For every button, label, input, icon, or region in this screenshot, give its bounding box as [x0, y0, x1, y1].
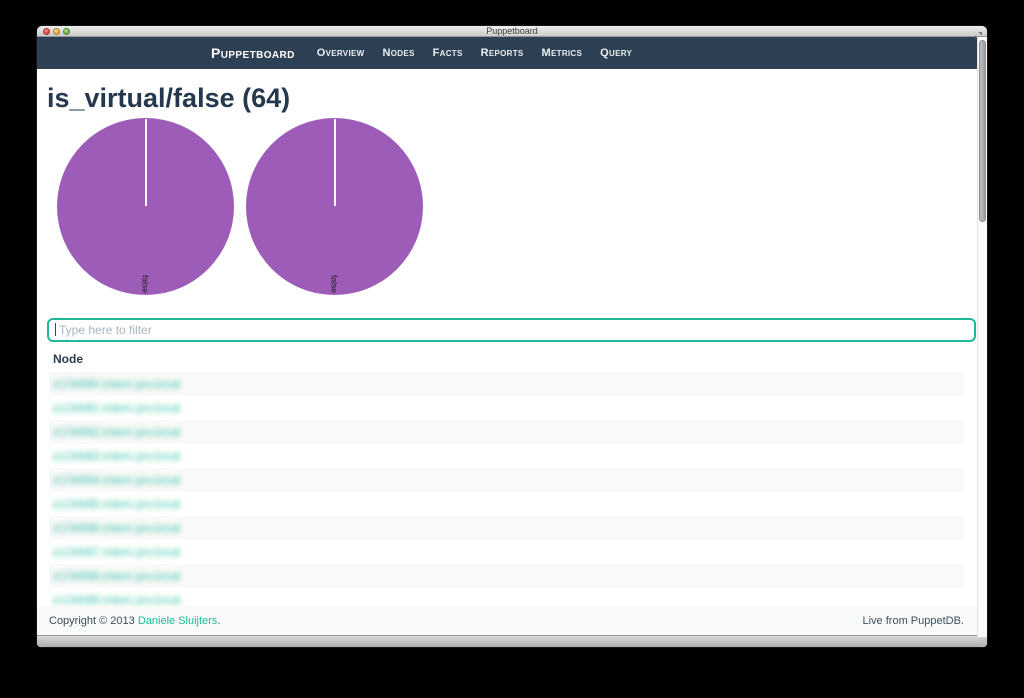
table-row: e134083.intern.prv.local — [49, 444, 964, 468]
pie-chart-1: false — [57, 118, 234, 295]
table-row: e134086.intern.prv.local — [49, 516, 964, 540]
table-row: e134085.intern.prv.local — [49, 492, 964, 516]
table-body: e134080.intern.prv.local e134081.intern.… — [49, 372, 964, 606]
author-link[interactable]: Daniele Sluijters — [138, 615, 217, 627]
node-link[interactable]: e134084.intern.prv.local — [53, 473, 180, 487]
copyright-text: Copyright © 2013 — [49, 615, 138, 627]
desktop-background: Puppetboard Puppetboard Overview Nodes F… — [0, 0, 1024, 698]
node-link[interactable]: e134080.intern.prv.local — [53, 377, 180, 391]
window-bottom-edge — [37, 635, 987, 647]
page-content: is_virtual/false (64) false false — [37, 69, 977, 606]
node-link[interactable]: e134086.intern.prv.local — [53, 521, 180, 535]
nav-nodes[interactable]: Nodes — [382, 47, 414, 59]
scrollbar-track[interactable] — [977, 37, 987, 637]
nav-overview[interactable]: Overview — [317, 47, 365, 59]
footer: Copyright © 2013 Daniele Sluijters. Live… — [37, 606, 977, 635]
window-titlebar[interactable]: Puppetboard — [37, 26, 987, 37]
nav-reports[interactable]: Reports — [481, 47, 524, 59]
browser-window: Puppetboard Puppetboard Overview Nodes F… — [36, 25, 988, 648]
table-row: e134080.intern.prv.local — [49, 372, 964, 396]
node-link[interactable]: e134082.intern.prv.local — [53, 425, 180, 439]
node-link[interactable]: e134081.intern.prv.local — [53, 401, 180, 415]
pie-slice-border — [145, 119, 147, 206]
pie-slice-label: false — [141, 275, 151, 293]
scrollbar-thumb[interactable] — [979, 40, 986, 222]
nav-facts[interactable]: Facts — [433, 47, 463, 59]
page-title: is_virtual/false (64) — [47, 81, 976, 115]
filter-container — [47, 318, 976, 342]
table-row: e134088.intern.prv.local — [49, 564, 964, 588]
pie-charts-row: false false — [57, 118, 976, 295]
table-row: e134082.intern.prv.local — [49, 420, 964, 444]
table-row: e134081.intern.prv.local — [49, 396, 964, 420]
window-title: Puppetboard — [37, 26, 987, 37]
copyright-period: . — [217, 615, 220, 627]
fullscreen-icon[interactable] — [974, 27, 983, 36]
table-row: e134089.intern.prv.local — [49, 588, 964, 606]
browser-viewport: Puppetboard Overview Nodes Facts Reports… — [37, 37, 977, 647]
pie-slice-label: false — [330, 275, 340, 293]
nav-metrics[interactable]: Metrics — [542, 47, 583, 59]
node-link[interactable]: e134089.intern.prv.local — [53, 593, 180, 606]
table-row: e134087.intern.prv.local — [49, 540, 964, 564]
filter-input[interactable] — [47, 318, 976, 342]
node-link[interactable]: e134085.intern.prv.local — [53, 497, 180, 511]
pie-slice-border — [334, 119, 336, 206]
pie-chart-2: false — [246, 118, 423, 295]
copyright: Copyright © 2013 Daniele Sluijters. — [49, 615, 220, 627]
navbar: Puppetboard Overview Nodes Facts Reports… — [37, 37, 977, 69]
node-link[interactable]: e134087.intern.prv.local — [53, 545, 180, 559]
text-caret — [55, 323, 56, 336]
nodes-table: Node e134080.intern.prv.local e134081.in… — [49, 346, 964, 606]
node-link[interactable]: e134083.intern.prv.local — [53, 449, 180, 463]
nav-items: Overview Nodes Facts Reports Metrics Que… — [317, 47, 632, 59]
navbar-brand[interactable]: Puppetboard — [211, 45, 295, 61]
table-row: e134084.intern.prv.local — [49, 468, 964, 492]
node-link[interactable]: e134088.intern.prv.local — [53, 569, 180, 583]
table-header-node: Node — [49, 346, 964, 372]
nav-query[interactable]: Query — [600, 47, 632, 59]
puppetdb-status: Live from PuppetDB. — [863, 615, 965, 627]
